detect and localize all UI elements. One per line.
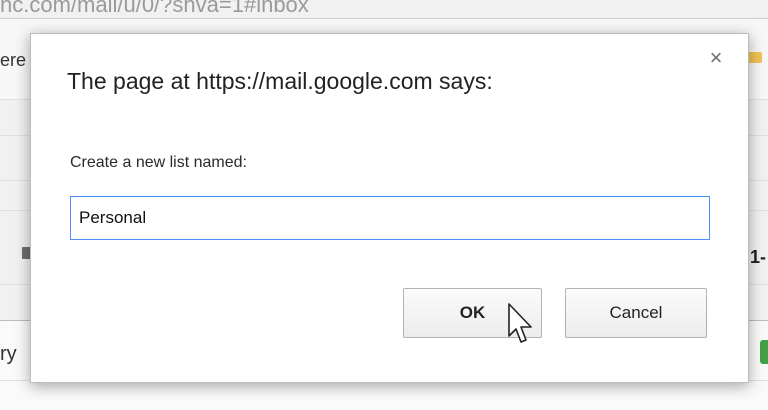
cancel-button[interactable]: Cancel [565, 288, 707, 338]
ok-button[interactable]: OK [403, 288, 542, 338]
prompt-label: Create a new list named: [70, 154, 247, 171]
background-text-fragment: ry [0, 344, 17, 364]
dialog-title: The page at https://mail.google.com says… [67, 68, 493, 94]
close-icon[interactable]: × [704, 46, 728, 70]
background-divider [0, 18, 768, 19]
background-address-bar: nc.com/mail/u/0/?shva=1#inbox [0, 0, 768, 20]
background-text-fragment: 1- [750, 247, 767, 267]
prompt-dialog: × The page at https://mail.google.com sa… [30, 33, 749, 383]
list-name-input[interactable] [70, 196, 710, 240]
background-label-chip [760, 340, 768, 364]
background-url: nc.com/mail/u/0/?shva=1#inbox [0, 0, 309, 17]
background-text-fragment: ere [0, 50, 27, 70]
